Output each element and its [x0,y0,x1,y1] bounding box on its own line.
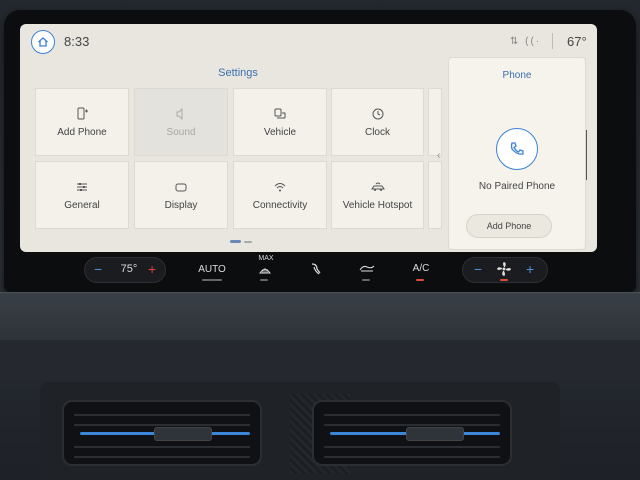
phone-title: Phone [502,70,532,81]
vent-area [40,382,560,480]
status-bar: 8:33 ⇅ ((· 67° [20,24,597,56]
tile-label: Display [164,199,198,211]
chevron-left-icon[interactable]: ‹ [437,150,440,161]
vehicle-icon [274,108,286,118]
defrost-indicator [260,279,268,281]
fan-icon [497,262,511,276]
tile-label: General [64,199,100,211]
status-icons: ⇅ ((· [510,36,541,47]
fan-indicator [500,279,508,281]
phone-icon [510,142,524,155]
max-defrost-label: MAX [258,255,274,262]
seat-airflow-icon [311,263,321,275]
outside-temperature: 67° [567,34,587,49]
max-defrost-button[interactable] [258,264,272,279]
tile-label: Add Phone [57,126,107,138]
recirc-button[interactable] [358,263,376,276]
status-divider [552,33,553,49]
tile-label: Sound [166,126,196,138]
infotainment-screen: 8:33 ⇅ ((· 67° Settings Add Phone Sound … [20,24,597,252]
tile-add-phone[interactable]: Add Phone [35,88,129,156]
tile-vehicle[interactable]: Vehicle [233,88,327,156]
dash-panel [0,340,640,380]
tile-general[interactable]: General [35,161,129,229]
fan-up-button[interactable]: + [526,261,534,277]
no-paired-phone-text: No Paired Phone [478,181,556,192]
car-interior: 8:33 ⇅ ((· 67° Settings Add Phone Sound … [0,0,640,480]
tile-label: Vehicle [263,126,297,138]
auto-indicator [202,279,222,281]
ac-indicator [416,279,424,281]
defrost-icon [259,268,271,274]
clock-icon [372,108,383,119]
phone-button[interactable] [496,128,538,170]
home-icon [38,37,48,47]
home-button[interactable] [31,30,55,54]
side-control [586,130,594,180]
wifi-status-icon: ((· [525,36,542,47]
display-icon [175,183,187,191]
driver-temperature: 75° [120,263,138,275]
page-dot [244,240,252,243]
tile-partial[interactable] [428,88,442,156]
tile-sound[interactable]: Sound [134,88,228,156]
page-indicator [230,240,252,243]
phone-panel: Phone No Paired Phone Add Phone [448,57,586,250]
temp-down-button[interactable]: − [94,261,102,277]
tile-connectivity[interactable]: Connectivity [233,161,327,229]
vent-adjuster[interactable] [406,427,464,441]
right-air-vent[interactable] [312,400,512,466]
fan-down-button[interactable]: − [474,261,482,277]
add-phone-button[interactable]: Add Phone [466,214,552,238]
vent-adjuster[interactable] [154,427,212,441]
recirculation-button[interactable] [308,261,324,280]
temp-up-button[interactable]: + [148,261,156,277]
page-dot-active [230,240,241,243]
signal-icon: ⇅ [510,36,521,47]
fan-icon-wrap [496,261,512,280]
time-display: 8:33 [64,34,90,49]
settings-title: Settings [218,67,258,79]
tile-label: Connectivity [252,199,308,211]
tile-label: Vehicle Hotspot [342,199,413,211]
tile-label: Clock [364,126,390,138]
auto-button[interactable]: AUTO [192,264,232,275]
tile-display[interactable]: Display [134,161,228,229]
recirculation-icon [359,265,375,272]
sliders-icon [77,182,87,191]
tile-vehicle-hotspot[interactable]: Vehicle Hotspot [331,161,424,229]
hotspot-icon [370,182,385,191]
recirc-indicator [362,279,370,281]
dash-trim [0,292,640,340]
ac-button[interactable]: A/C [410,263,432,274]
left-air-vent[interactable] [62,400,262,466]
tile-clock[interactable]: Clock [331,88,424,156]
climate-bar: − 75° + AUTO MAX A/C − + [80,255,560,285]
speaker-icon [176,107,183,120]
wifi-icon [274,182,286,191]
tile-partial[interactable] [428,161,442,229]
add-phone-icon [77,107,88,119]
